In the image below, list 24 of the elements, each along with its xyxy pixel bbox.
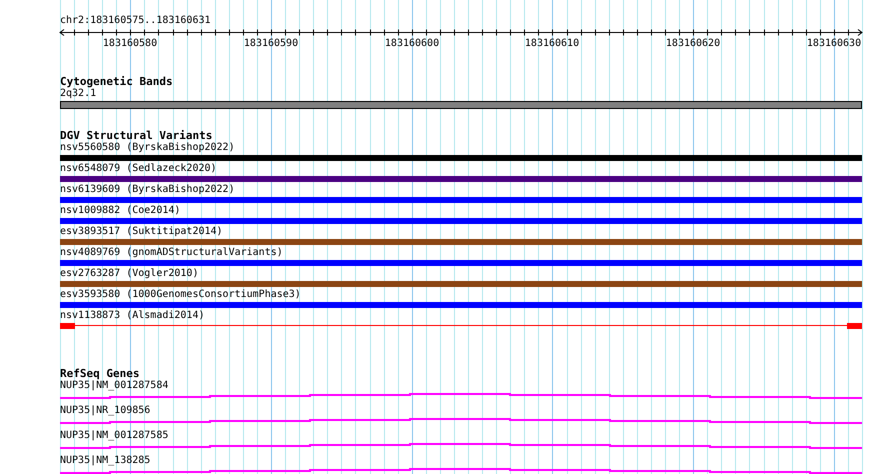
position-label: 183160620 bbox=[666, 38, 720, 49]
position-label: 183160610 bbox=[524, 38, 580, 49]
feature-label: esv3593580 (1000GenomesConsortiumPhase3) bbox=[60, 289, 301, 301]
feature-label: NUP35|NM_001287585 bbox=[60, 430, 168, 442]
feature-label: nsv1009882 (Coe2014) bbox=[60, 205, 180, 217]
feature-label: 2q32.1 bbox=[60, 88, 96, 100]
feature-label: NUP35|NM_001287584 bbox=[60, 380, 168, 392]
position-label: 183160580 bbox=[102, 38, 158, 49]
feature-label: NUP35|NM_138285 bbox=[60, 455, 150, 467]
feature-label: nsv5560580 (ByrskaBishop2022) bbox=[60, 142, 235, 154]
position-label: 183160600 bbox=[384, 38, 440, 49]
feature-label: esv3893517 (Suktitipat2014) bbox=[60, 226, 223, 238]
location-label: chr2:183160575..183160631 bbox=[60, 14, 212, 28]
position-label: 183160630 bbox=[806, 38, 862, 49]
feature-label: NUP35|NR_109856 bbox=[60, 405, 150, 417]
feature-label: esv2763287 (Vogler2010) bbox=[60, 268, 198, 280]
feature-label: nsv4089769 (gnomADStructuralVariants) bbox=[60, 247, 283, 259]
feature-label: nsv6548079 (Sedlazeck2020) bbox=[60, 163, 217, 175]
feature-label: nsv6139609 (ByrskaBishop2022) bbox=[60, 184, 235, 196]
track-title: Cytogenetic Bands bbox=[60, 75, 174, 88]
track-title: DGV Structural Variants bbox=[60, 129, 214, 142]
feature-label: nsv1138873 (Alsmadi2014) bbox=[60, 310, 204, 322]
position-label: 183160590 bbox=[244, 38, 298, 49]
track-title: RefSeq Genes bbox=[60, 367, 140, 380]
